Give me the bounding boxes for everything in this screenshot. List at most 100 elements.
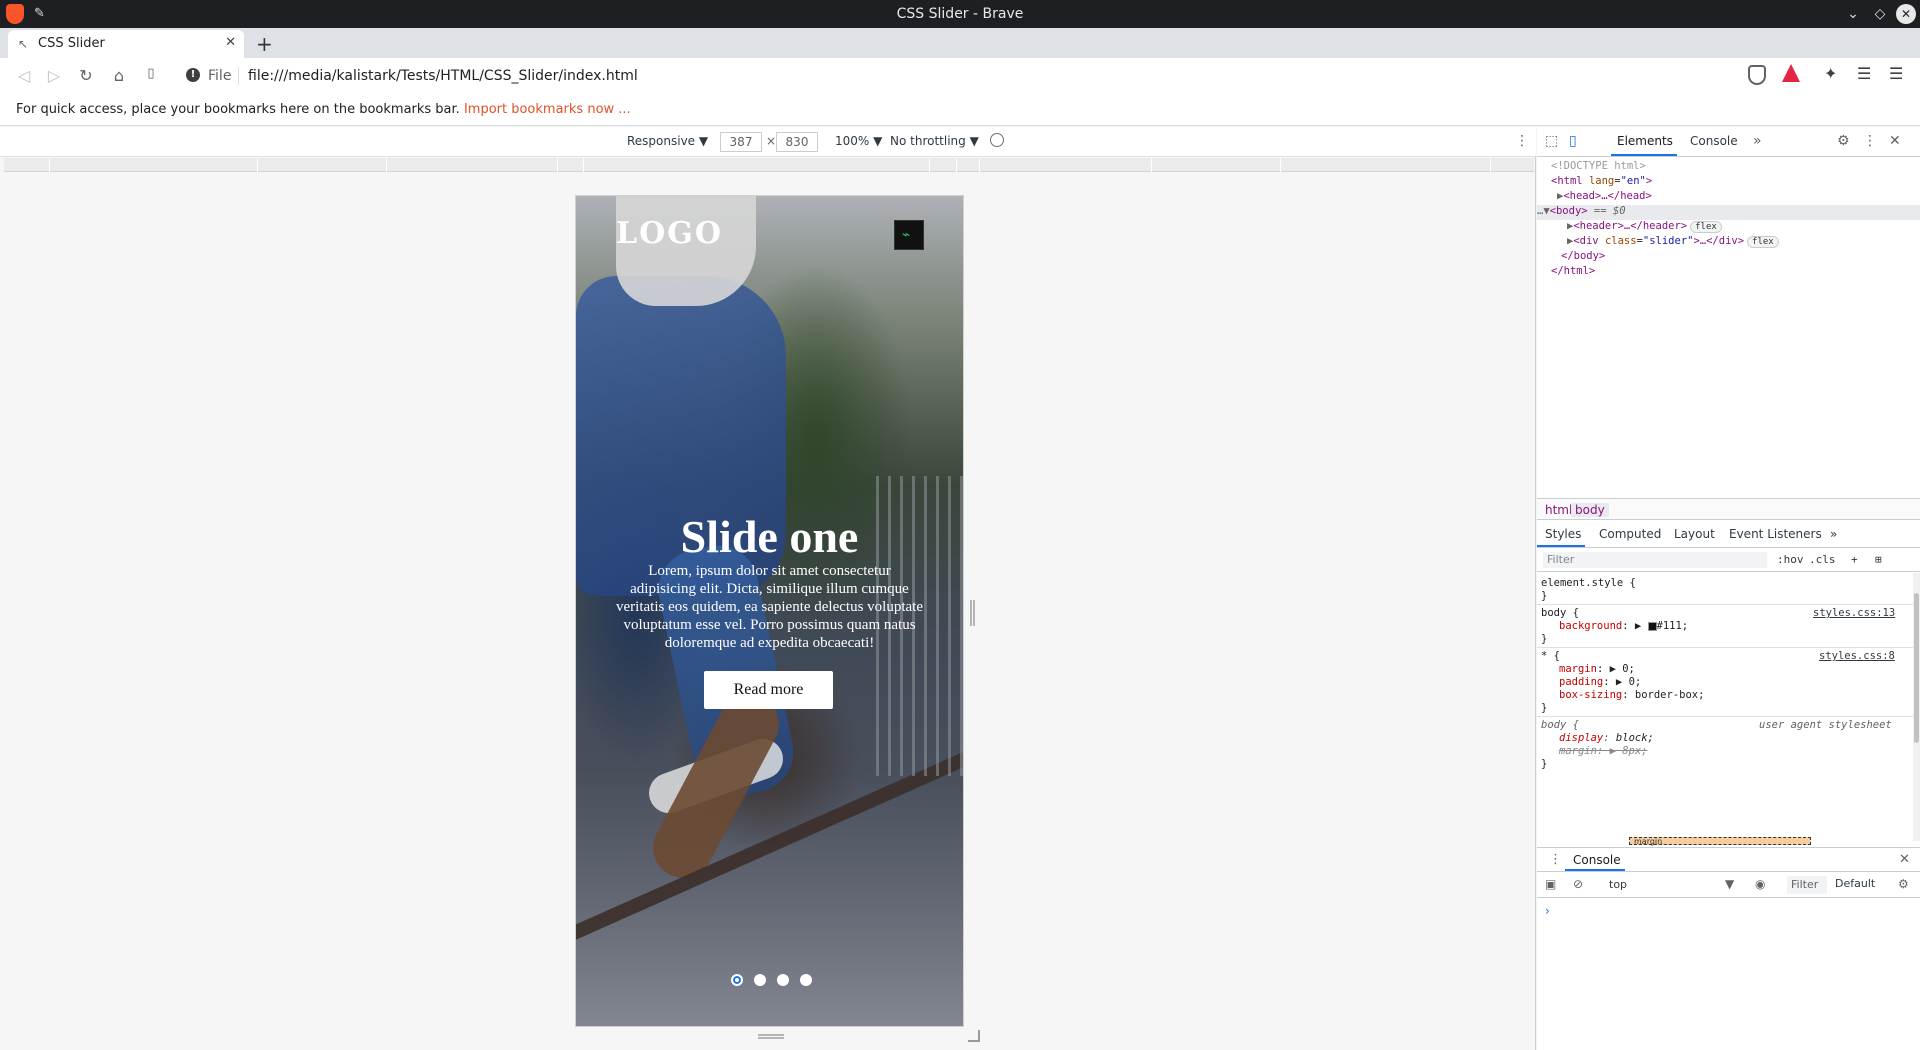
home-button[interactable]: ⌂: [109, 66, 129, 85]
extensions-icon[interactable]: ✦: [1824, 64, 1837, 83]
console-prompt[interactable]: ›: [1545, 904, 1550, 918]
context-dropdown-icon[interactable]: ▼: [1725, 877, 1734, 891]
more-style-tabs-icon[interactable]: »: [1830, 527, 1837, 541]
viewport-height-input[interactable]: 830: [776, 132, 818, 152]
tab-close-icon[interactable]: ✕: [225, 35, 236, 50]
console-filter-input[interactable]: Filter: [1787, 876, 1827, 894]
tab-event-listeners[interactable]: Event Listeners: [1729, 527, 1822, 541]
brave-rewards-icon[interactable]: [1782, 64, 1800, 82]
emulated-device-frame: LOGO ⌁ Slide one Lorem, ipsum dolor sit …: [576, 196, 963, 1026]
console-settings-icon[interactable]: ⚙: [1898, 877, 1909, 891]
menu-toggle-button[interactable]: ⌁: [894, 220, 924, 250]
rule-source-link[interactable]: styles.css:13: [1813, 607, 1895, 619]
live-expression-eye-icon[interactable]: ◉: [1755, 877, 1765, 891]
clear-console-icon[interactable]: ⊘: [1573, 877, 1583, 891]
dom-div-slider[interactable]: ▶<div class="slider">…</div> flex: [1567, 235, 1920, 250]
address-bar[interactable]: ! File file:///media/kalistark/Tests/HTM…: [176, 62, 1738, 90]
console-context-select[interactable]: top: [1605, 876, 1739, 894]
styles-scrollbar-thumb[interactable]: [1914, 593, 1919, 743]
console-sidebar-icon[interactable]: ▣: [1545, 877, 1556, 891]
rule-box-sizing[interactable]: box-sizing: border-box;: [1559, 689, 1704, 701]
drawer-tab-console[interactable]: Console: [1573, 853, 1621, 867]
media-query-bar[interactable]: [4, 158, 1534, 172]
device-resize-corner[interactable]: [968, 1030, 980, 1042]
close-window-button[interactable]: ✕: [1896, 4, 1916, 24]
styles-rules[interactable]: element.style { } body { styles.css:13 b…: [1537, 573, 1913, 841]
flex-badge[interactable]: flex: [1690, 221, 1722, 233]
rule-body-selector[interactable]: body {: [1541, 607, 1579, 619]
dom-header[interactable]: ▶<header>…</header> flex: [1567, 220, 1920, 235]
tab-console[interactable]: Console: [1690, 134, 1738, 148]
color-swatch[interactable]: [1647, 621, 1657, 631]
minimize-button[interactable]: ⌄: [1843, 4, 1863, 24]
flex-badge[interactable]: flex: [1747, 236, 1779, 248]
back-button[interactable]: ◁: [14, 66, 34, 85]
window-titlebar: ✎ CSS Slider - Brave ⌄ ◇ ✕: [0, 0, 1920, 28]
class-toggle[interactable]: .cls: [1809, 553, 1836, 566]
box-model-margin[interactable]: margin: [1629, 837, 1811, 846]
rule-source-link[interactable]: styles.css:8: [1819, 650, 1895, 662]
rotate-icon[interactable]: [990, 133, 1004, 147]
maximize-button[interactable]: ◇: [1870, 4, 1890, 24]
dom-body-selected[interactable]: …▼<body> == $0: [1537, 205, 1920, 220]
throttling-select[interactable]: No throttling ▼: [890, 134, 979, 148]
device-more-icon[interactable]: ⋮: [1515, 133, 1529, 149]
devtools-close-icon[interactable]: ✕: [1889, 133, 1901, 149]
rule-display[interactable]: display: block;: [1559, 732, 1654, 744]
dom-tree[interactable]: <!DOCTYPE html> <html lang="en"> ▶<head>…: [1537, 158, 1920, 498]
bookmark-button[interactable]: ▯: [141, 66, 161, 81]
device-resize-handle-right[interactable]: [970, 600, 975, 626]
zoom-select[interactable]: 100% ▼: [835, 134, 882, 148]
slider-dot[interactable]: [731, 974, 743, 986]
tab-css-slider[interactable]: ↖ CSS Slider ✕: [8, 30, 244, 58]
device-select[interactable]: Responsive ▼: [627, 134, 708, 148]
more-tabs-icon[interactable]: »: [1753, 133, 1762, 149]
viewport-width-input[interactable]: 387: [720, 132, 762, 152]
main-menu-icon[interactable]: ☰: [1889, 64, 1903, 83]
slider-dot[interactable]: [777, 974, 789, 986]
slider-dot[interactable]: [754, 974, 766, 986]
new-rule-button[interactable]: +: [1851, 553, 1858, 566]
device-toolbar-toggle-icon[interactable]: ▯: [1569, 133, 1577, 149]
console-levels-select[interactable]: Default: [1835, 877, 1875, 890]
styles-scrollbar[interactable]: [1913, 573, 1920, 841]
brave-shields-icon[interactable]: [1748, 65, 1766, 85]
site-logo[interactable]: LOGO: [616, 216, 723, 251]
read-more-button[interactable]: Read more: [704, 671, 833, 709]
browser-toolbar: ◁ ▷ ↻ ⌂ ▯ ! File file:///media/kalistark…: [0, 58, 1920, 94]
drawer-close-icon[interactable]: ✕: [1899, 852, 1910, 867]
styles-filter-input[interactable]: Filter: [1543, 552, 1767, 568]
dom-head[interactable]: ▶<head>…</head>: [1557, 190, 1920, 205]
breadcrumb-body[interactable]: body: [1571, 503, 1609, 517]
rule-universal-selector[interactable]: * {: [1541, 650, 1560, 662]
import-bookmarks-link[interactable]: Import bookmarks now ...: [464, 102, 631, 117]
dom-body-close[interactable]: </body>: [1561, 250, 1920, 265]
rule-element-style[interactable]: element.style {: [1541, 577, 1636, 589]
url-text[interactable]: file:///media/kalistark/Tests/HTML/CSS_S…: [248, 68, 638, 84]
new-tab-button[interactable]: +: [256, 32, 273, 56]
tab-layout[interactable]: Layout: [1674, 527, 1715, 541]
toggle-sidebar-icon[interactable]: ⊞: [1875, 553, 1882, 566]
dom-html-close[interactable]: </html>: [1551, 265, 1920, 280]
rule-padding[interactable]: padding: ▶ 0;: [1559, 676, 1641, 688]
rule-ua-margin-overridden[interactable]: margin: ▶ 8px;: [1559, 745, 1648, 757]
drawer-kebab-icon[interactable]: ⋮: [1549, 852, 1562, 867]
slider-dot[interactable]: [800, 974, 812, 986]
tab-computed[interactable]: Computed: [1599, 527, 1661, 541]
inspect-element-icon[interactable]: ⬚: [1545, 133, 1558, 149]
devtools-settings-icon[interactable]: ⚙: [1837, 133, 1850, 149]
reload-button[interactable]: ↻: [76, 66, 96, 85]
forward-button[interactable]: ▷: [44, 66, 64, 85]
rule-margin[interactable]: margin: ▶ 0;: [1559, 663, 1635, 675]
hover-state-toggle[interactable]: :hov: [1777, 553, 1804, 566]
media-controls-icon[interactable]: ☰: [1857, 64, 1871, 83]
tab-styles[interactable]: Styles: [1545, 527, 1581, 541]
dom-html-open[interactable]: <html lang="en">: [1551, 175, 1920, 190]
rule-ua-selector[interactable]: body {: [1541, 719, 1579, 731]
rule-background[interactable]: background: ▶ #111;: [1559, 620, 1688, 632]
device-resize-handle-bottom[interactable]: [758, 1034, 784, 1039]
devtools-kebab-icon[interactable]: ⋮: [1863, 133, 1877, 149]
tab-elements[interactable]: Elements: [1617, 134, 1673, 148]
info-icon[interactable]: !: [186, 68, 200, 82]
dom-doctype[interactable]: <!DOCTYPE html>: [1551, 160, 1920, 175]
